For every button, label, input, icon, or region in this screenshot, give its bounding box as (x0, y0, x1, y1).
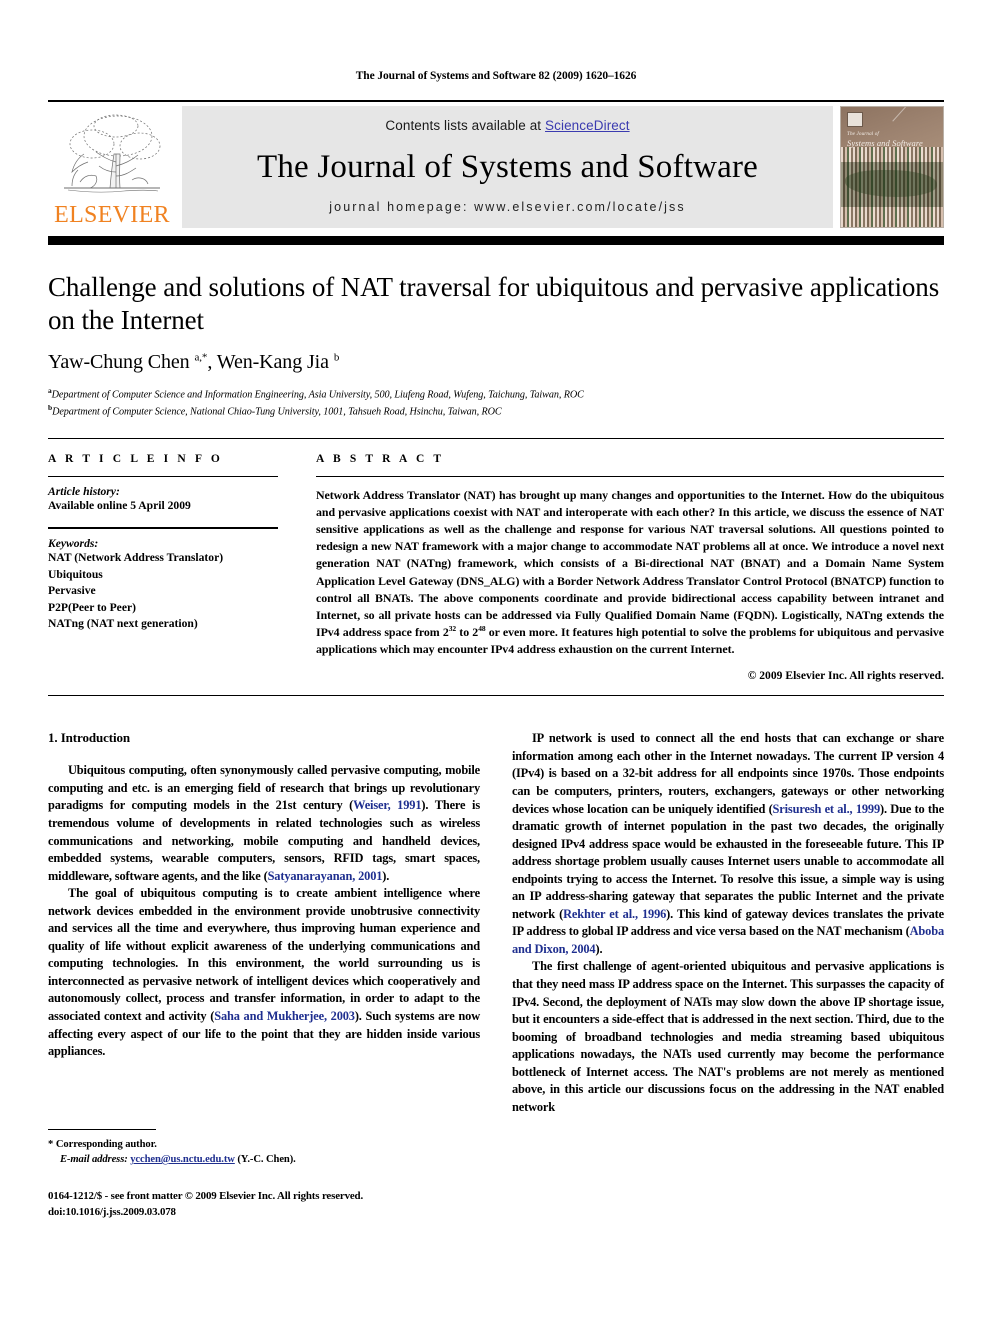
info-abstract-section: A R T I C L E I N F O Article history: A… (48, 437, 944, 682)
keyword-item: P2P(Peer to Peer) (48, 600, 136, 614)
article-history-value: Available online 5 April 2009 (48, 498, 191, 512)
email-link[interactable]: ycchen@us.nctu.edu.tw (130, 1154, 235, 1165)
paragraph-text: ). (382, 868, 390, 883)
abstract-text-part1: Network Address Translator (NAT) has bro… (316, 487, 944, 640)
abstract-heading: A B S T R A C T (316, 452, 445, 465)
paragraph-text: The goal of ubiquitous computing is to c… (48, 886, 480, 1023)
paragraph: Ubiquitous computing, often synonymously… (48, 762, 480, 885)
author-a-marker: a,* (194, 350, 208, 363)
masthead-black-bar (48, 235, 944, 245)
section-heading-introduction: 1. Introduction (48, 730, 131, 746)
keyword-item: Pervasive (48, 584, 96, 598)
elsevier-wordmark: ELSEVIER (54, 201, 170, 228)
article-info-rule-top (48, 475, 278, 477)
affiliation-b: bDepartment of Computer Science, Nationa… (48, 402, 502, 418)
keywords-label: Keywords: (48, 537, 99, 551)
email-label: E-mail address: (60, 1154, 128, 1165)
article-info-rule-mid (48, 527, 278, 530)
abstract-text-part2: to 2 (456, 625, 479, 640)
citation-link[interactable]: Satyanarayanan, 2001 (268, 869, 383, 883)
paragraph-text: ). (595, 941, 603, 956)
journal-homepage[interactable]: journal homepage: www.elsevier.com/locat… (329, 200, 685, 214)
corresponding-author-note: * Corresponding author. (48, 1137, 480, 1152)
copyright-line: © 2009 Elsevier Inc. All rights reserved… (747, 669, 944, 683)
citation-link[interactable]: Saha and Mukherjee, 2003 (214, 1009, 355, 1023)
body-columns: 1. Introduction Ubiquitous computing, of… (48, 730, 944, 1220)
paragraph: The goal of ubiquitous computing is to c… (48, 885, 480, 1060)
article-history-label: Article history: (48, 484, 120, 498)
paragraph: IP network is used to connect all the en… (512, 730, 944, 958)
abstract-bottom-rule (48, 695, 944, 697)
citation-link[interactable]: Rekhter et al., 1996 (563, 907, 666, 921)
keywords-list: NAT (Network Address Translator) Ubiquit… (48, 550, 278, 632)
footnote-area: * Corresponding author. E-mail address: … (48, 1128, 480, 1221)
journal-title: The Journal of Systems and Software (257, 148, 758, 185)
citation-link[interactable]: Srisuresh et al., 1999 (773, 802, 881, 816)
affiliation-a-text: Department of Computer Science and Infor… (51, 388, 584, 400)
left-column: 1. Introduction Ubiquitous computing, of… (48, 730, 480, 1220)
paragraph-text: ). Due to the dramatic growth of interne… (512, 801, 944, 921)
cover-title-small: The Journal of (847, 130, 879, 137)
title-block: Challenge and solutions of NAT traversal… (48, 245, 944, 420)
cover-title-big: Systems and Software (847, 137, 923, 148)
page-title: Challenge and solutions of NAT traversal… (48, 271, 940, 336)
contents-prefix: Contents lists available at (385, 117, 546, 133)
contents-line: Contents lists available at ScienceDirec… (385, 118, 629, 133)
affiliation-b-text: Department of Computer Science, National… (52, 406, 502, 418)
citation-link[interactable]: Weiser, 1991 (353, 798, 421, 812)
email-note: E-mail address: ycchen@us.nctu.edu.tw (Y… (48, 1152, 480, 1167)
article-info-column: A R T I C L E I N F O Article history: A… (48, 453, 278, 682)
keyword-item: NAT (Network Address Translator) (48, 551, 224, 565)
email-owner: (Y.-C. Chen). (237, 1154, 296, 1165)
abstract-column: A B S T R A C T Network Address Translat… (316, 453, 944, 682)
cover-elsevier-icon (847, 111, 863, 127)
affiliation-a: aDepartment of Computer Science and Info… (48, 385, 584, 400)
elsevier-tree-icon (64, 114, 161, 193)
elsevier-logo: ELSEVIER (48, 106, 176, 228)
article-info-heading: A R T I C L E I N F O (48, 452, 223, 465)
abstract-rule (316, 475, 944, 477)
running-head: The Journal of Systems and Software 82 (… (355, 70, 637, 82)
imprint-block: 0164-1212/$ - see front matter © 2009 El… (48, 1189, 480, 1220)
paragraph: The first challenge of agent-oriented ub… (512, 958, 944, 1116)
imprint-line-2: doi:10.1016/j.jss.2009.03.078 (48, 1205, 176, 1218)
affiliations: aDepartment of Computer Science and Info… (48, 386, 944, 420)
abstract-text: Network Address Translator (NAT) has bro… (316, 487, 944, 658)
footnote-marker: * (48, 1138, 54, 1150)
imprint-line-1: 0164-1212/$ - see front matter © 2009 El… (48, 1190, 364, 1203)
article-page: The Journal of Systems and Software 82 (… (0, 0, 992, 1323)
journal-cover-thumbnail: The Journal of Systems and Software (840, 105, 944, 228)
journal-masthead: ELSEVIER Contents lists available at Sci… (48, 99, 944, 228)
keyword-item: Ubiquitous (48, 567, 103, 581)
keyword-item: NATng (NAT next generation) (48, 617, 198, 631)
masthead-panel: Contents lists available at ScienceDirec… (182, 105, 833, 228)
corresponding-author-text: Corresponding author. (55, 1138, 157, 1150)
author-list: Yaw-Chung Chen a,*, Wen-Kang Jia b (48, 350, 340, 373)
right-column: IP network is used to connect all the en… (512, 730, 944, 1220)
author-b-marker: b (333, 350, 340, 363)
paragraph-text: The first challenge of agent-oriented ub… (512, 959, 944, 1114)
abstract-exponent-2: 48 (478, 624, 486, 634)
sciencedirect-link[interactable]: ScienceDirect (545, 118, 630, 133)
footnote-divider (48, 1128, 156, 1130)
